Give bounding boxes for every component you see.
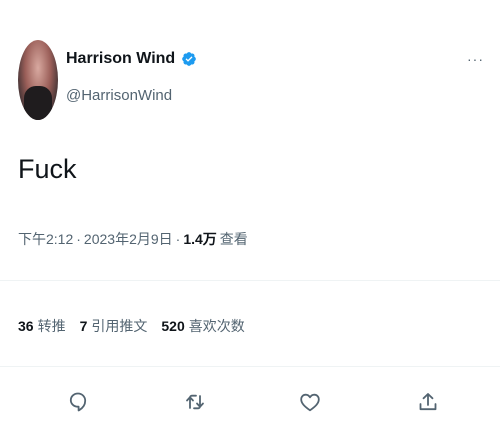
- tweet-date[interactable]: 2023年2月9日: [84, 229, 173, 249]
- retweets-label: 转推: [37, 318, 66, 334]
- retweet-button[interactable]: [183, 390, 207, 414]
- retweets-stat[interactable]: 36 转推: [18, 316, 66, 336]
- tweet-card: Harrison Wind @HarrisonWind ··· Fuck 下午2…: [0, 0, 500, 440]
- author-handle[interactable]: @HarrisonWind: [66, 87, 172, 104]
- like-button[interactable]: [298, 390, 322, 414]
- share-button[interactable]: [416, 390, 440, 414]
- retweets-count: 36: [18, 318, 34, 334]
- like-icon: [300, 393, 320, 412]
- tweet-time[interactable]: 下午2:12: [18, 229, 73, 249]
- quotes-count: 7: [79, 318, 88, 334]
- reply-icon: [69, 392, 87, 412]
- views-count[interactable]: 1.4万: [183, 229, 216, 249]
- avatar-figure: [24, 86, 52, 120]
- quotes-label: 引用推文: [91, 318, 148, 334]
- retweet-icon: [186, 394, 204, 410]
- likes-label: 喜欢次数: [188, 318, 245, 334]
- author-display-name[interactable]: Harrison Wind: [66, 50, 175, 68]
- likes-count: 520: [161, 318, 185, 334]
- likes-stat[interactable]: 520 喜欢次数: [161, 316, 244, 336]
- action-bar: [0, 390, 500, 420]
- tweet-text: Fuck: [18, 154, 77, 184]
- views-label: 查看: [219, 231, 248, 247]
- meta-separator: ·: [76, 231, 81, 247]
- divider: [0, 280, 500, 281]
- more-icon[interactable]: ···: [467, 52, 484, 66]
- meta-separator: ·: [175, 231, 181, 247]
- divider: [0, 366, 500, 367]
- tweet-meta: 下午2:12 · 2023年2月9日 · 1.4万 查看: [18, 229, 248, 249]
- avatar[interactable]: [18, 40, 58, 120]
- author-name-row: Harrison Wind: [66, 50, 197, 68]
- share-icon: [419, 393, 437, 411]
- verified-badge-icon: [182, 52, 197, 66]
- reply-button[interactable]: [66, 390, 90, 414]
- engagement-stats: 36 转推 7 引用推文 520 喜欢次数: [18, 316, 245, 336]
- quotes-stat[interactable]: 7 引用推文: [80, 316, 148, 336]
